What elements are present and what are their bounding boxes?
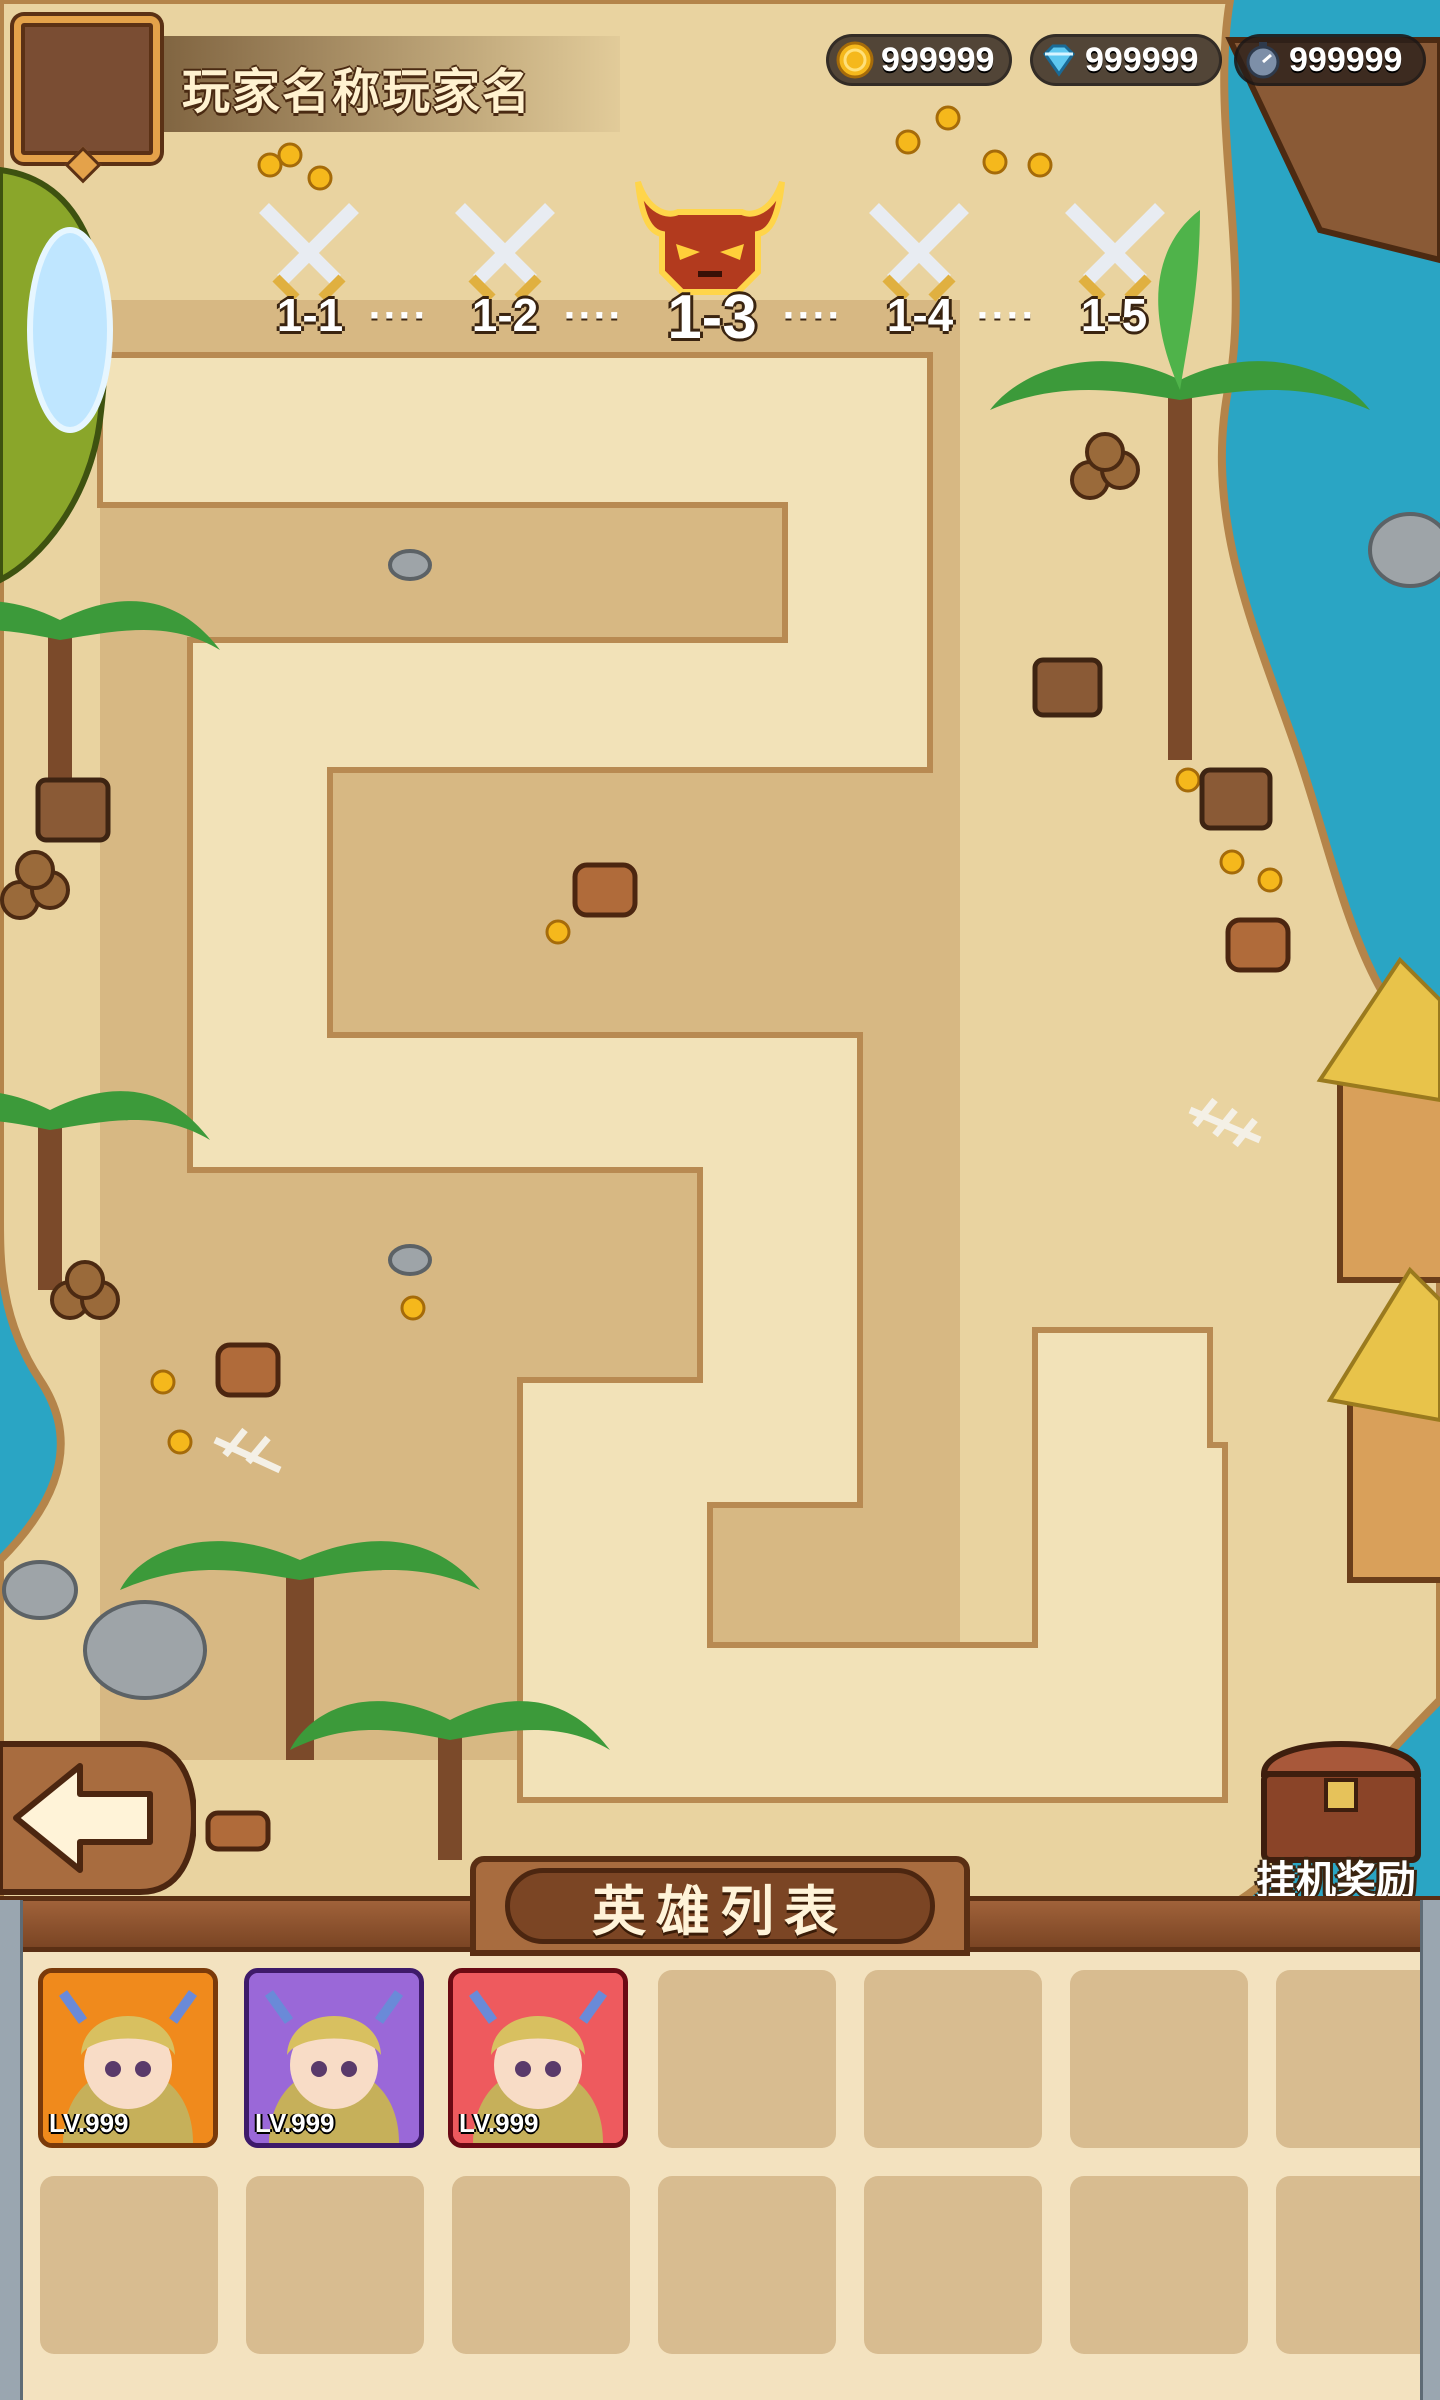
hero-card[interactable]: LV.999 bbox=[38, 1968, 218, 2148]
panel-border-left bbox=[0, 1900, 23, 2400]
hero-panel-title: 英雄列表 bbox=[592, 1879, 848, 1943]
time-currency[interactable]: 999999 bbox=[1234, 34, 1426, 86]
arrow-left-icon bbox=[0, 1741, 198, 1895]
empty-hero-slot[interactable] bbox=[1276, 2176, 1420, 2354]
stage-label-1-2: 1-2 bbox=[471, 289, 539, 341]
crossed-swords-icon bbox=[1065, 203, 1165, 302]
stage-dots: ···· bbox=[782, 296, 842, 336]
hero-level: LV.999 bbox=[255, 2108, 335, 2138]
player-name: 玩家名称玩家名 bbox=[182, 64, 533, 120]
empty-hero-slot[interactable] bbox=[246, 2176, 424, 2354]
stage-node-1-2[interactable] bbox=[450, 198, 560, 302]
stage-dots: ···· bbox=[368, 296, 428, 336]
crossed-swords-icon bbox=[259, 203, 359, 302]
stopwatch-icon bbox=[1246, 42, 1280, 79]
hero-panel-title-banner: 英雄列表 bbox=[505, 1868, 935, 1944]
stage-label-1-3: 1-3 bbox=[667, 283, 757, 352]
empty-hero-slot[interactable] bbox=[1070, 2176, 1248, 2354]
idle-reward-button[interactable] bbox=[1254, 1724, 1428, 1864]
crossed-swords-icon bbox=[869, 203, 969, 302]
player-avatar[interactable] bbox=[14, 16, 160, 162]
empty-hero-slot[interactable] bbox=[658, 1970, 836, 2148]
empty-hero-slot[interactable] bbox=[40, 2176, 218, 2354]
empty-hero-slot[interactable] bbox=[864, 1970, 1042, 2148]
stage-node-1-3-current[interactable] bbox=[628, 162, 792, 302]
stage-node-1-1[interactable] bbox=[254, 198, 364, 302]
empty-hero-slot[interactable] bbox=[864, 2176, 1042, 2354]
empty-hero-slot[interactable] bbox=[1276, 1970, 1420, 2148]
time-value: 999999 bbox=[1289, 40, 1403, 79]
gold-coin-icon bbox=[836, 41, 874, 79]
gold-currency[interactable]: 999999 bbox=[826, 34, 1012, 86]
empty-hero-slot[interactable] bbox=[452, 2176, 630, 2354]
diamond-value: 999999 bbox=[1085, 40, 1199, 79]
stage-node-1-4[interactable] bbox=[864, 198, 974, 302]
stage-label-1-1: 1-1 bbox=[276, 289, 344, 341]
stage-label-1-5: 1-5 bbox=[1080, 289, 1148, 341]
crossed-swords-icon bbox=[455, 203, 555, 302]
hero-card[interactable]: LV.999 bbox=[244, 1968, 424, 2148]
stage-node-1-5[interactable] bbox=[1060, 198, 1170, 302]
hero-level: LV.999 bbox=[49, 2108, 129, 2138]
hero-card[interactable]: LV.999 bbox=[448, 1968, 628, 2148]
gold-value: 999999 bbox=[881, 40, 995, 79]
empty-hero-slot[interactable] bbox=[658, 2176, 836, 2354]
hero-level: LV.999 bbox=[459, 2108, 539, 2138]
diamond-icon bbox=[1043, 44, 1075, 77]
stage-dots: ···· bbox=[976, 296, 1036, 336]
empty-hero-slot[interactable] bbox=[1070, 1970, 1248, 2148]
panel-border-right bbox=[1420, 1900, 1440, 2400]
stage-label-1-4: 1-4 bbox=[886, 289, 954, 341]
diamond-currency[interactable]: 999999 bbox=[1030, 34, 1222, 86]
back-button[interactable] bbox=[0, 1740, 198, 1896]
demon-skull-icon bbox=[635, 180, 785, 295]
treasure-chest-icon bbox=[1260, 1741, 1422, 1863]
stage-dots: ···· bbox=[563, 296, 623, 336]
